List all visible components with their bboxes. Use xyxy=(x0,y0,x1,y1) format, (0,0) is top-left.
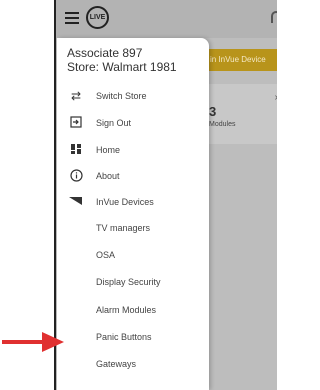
menu-item-panic-buttons[interactable]: Panic Buttons xyxy=(57,324,209,350)
menu-item-label: Panic Buttons xyxy=(96,332,152,342)
navigation-drawer: Associate 897 Store: Walmart 1981 ⇄ Swit… xyxy=(57,38,209,390)
menu-item-label: Sign Out xyxy=(96,118,132,128)
info-icon xyxy=(69,169,83,183)
account-info: Associate 897 Store: Walmart 1981 xyxy=(67,46,177,74)
swap-icon: ⇄ xyxy=(70,89,82,103)
menu-item-gateways[interactable]: Gateways xyxy=(57,351,209,377)
menu-item-alarm-modules[interactable]: Alarm Modules xyxy=(57,297,209,323)
menu-item-label: OSA xyxy=(96,250,116,260)
menu-item-label: Display Security xyxy=(96,277,161,287)
modules-card[interactable]: › 3 Modules xyxy=(206,84,277,144)
dashboard-icon xyxy=(69,143,83,157)
menu-item-label: Switch Store xyxy=(96,91,147,101)
live-logo: LIVE xyxy=(86,6,109,29)
menu-item-about[interactable]: About xyxy=(57,163,209,189)
associate-name: Associate 897 xyxy=(67,46,143,60)
modules-label: Modules xyxy=(209,121,236,128)
notification-bell-icon[interactable] xyxy=(271,11,277,23)
menu-item-label: InVue Devices xyxy=(96,197,154,207)
phone-screen: LIVE in InVue Device › 3 Modules Associa… xyxy=(54,0,277,390)
menu-item-home[interactable]: Home xyxy=(57,137,209,163)
menu-item-sign-out[interactable]: Sign Out xyxy=(57,110,209,136)
menu-item-label: Alarm Modules xyxy=(96,305,157,315)
app-bar: LIVE xyxy=(56,0,277,38)
menu-item-label: Gateways xyxy=(96,359,137,369)
red-arrow-icon xyxy=(2,332,64,352)
menu-item-invue-devices[interactable]: InVue Devices xyxy=(57,189,209,215)
chevron-right-icon: › xyxy=(275,92,277,103)
store-name: Store: Walmart 1981 xyxy=(67,60,177,74)
modules-count: 3 xyxy=(209,104,217,119)
triangle-icon xyxy=(69,195,83,209)
menu-item-osa[interactable]: OSA xyxy=(57,242,209,268)
menu-item-switch-store[interactable]: ⇄ Switch Store xyxy=(57,83,209,109)
menu-item-label: TV managers xyxy=(96,223,151,233)
menu-item-label: About xyxy=(96,171,120,181)
menu-item-label: Home xyxy=(96,145,121,155)
hamburger-menu-icon[interactable] xyxy=(65,12,79,24)
menu-item-tv-managers[interactable]: TV managers xyxy=(57,215,209,241)
invue-device-banner[interactable]: in InVue Device xyxy=(206,49,277,71)
menu-item-display-security[interactable]: Display Security xyxy=(57,269,209,295)
sign-out-icon xyxy=(69,116,83,130)
